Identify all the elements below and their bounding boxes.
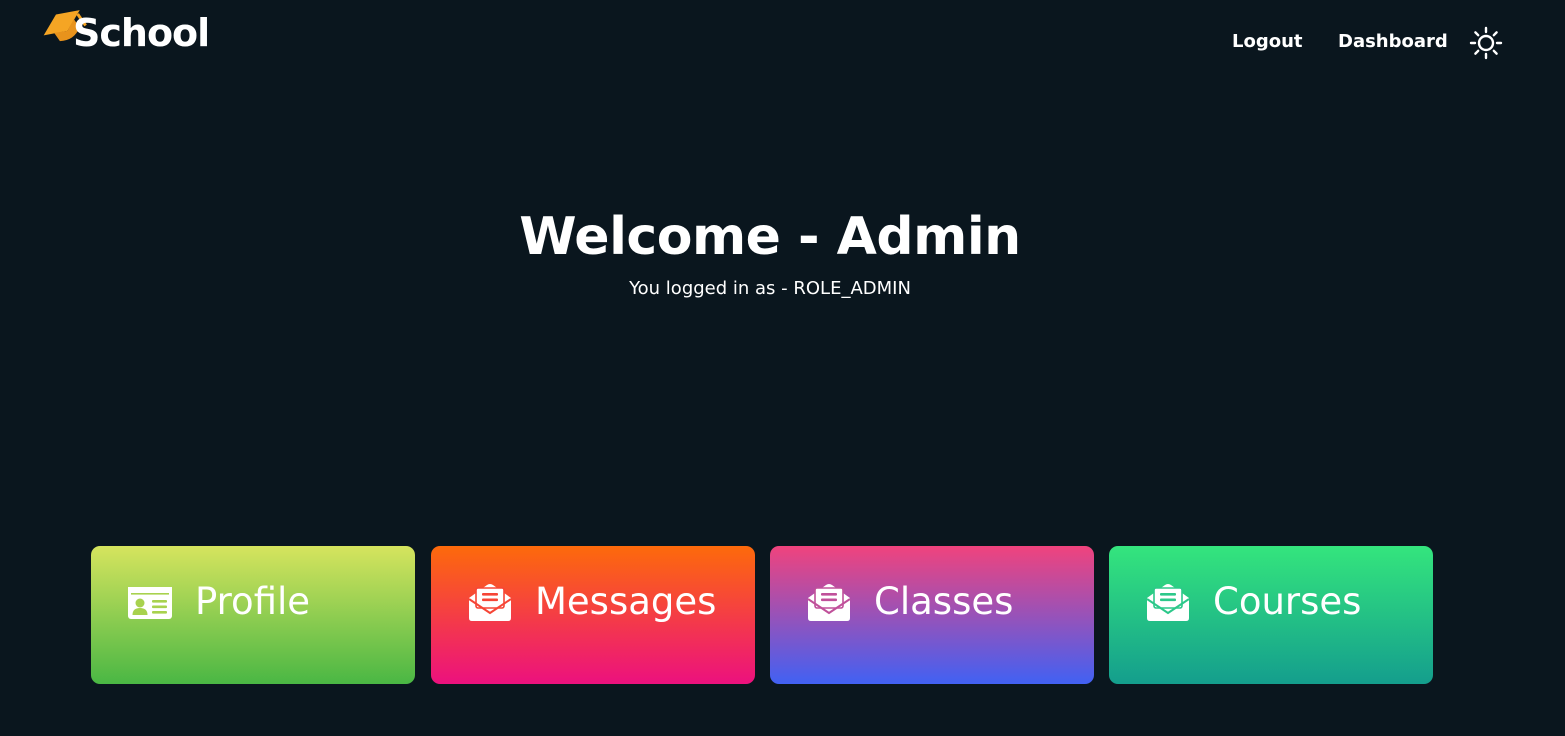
classes-card[interactable]: Classes [770,546,1094,684]
envelope-open-text-icon [468,584,512,621]
dashboard-link[interactable]: Dashboard [1338,28,1448,56]
logo[interactable]: School [40,0,240,70]
profile-card-label: Profile [195,580,311,623]
page: School Logout Dashboard Welcome - Admin … [0,0,1565,736]
messages-card-label: Messages [535,580,717,623]
courses-card-label: Courses [1213,580,1362,623]
welcome-section: Welcome - Admin You logged in as - ROLE_… [0,200,1565,304]
classes-card-label: Classes [874,580,1014,623]
role-subtitle: You logged in as - ROLE_ADMIN [629,278,911,299]
logo-text: School [73,11,210,55]
envelope-open-text-icon [1146,584,1190,621]
logout-link[interactable]: Logout [1232,28,1303,56]
courses-card[interactable]: Courses [1109,546,1433,684]
profile-card[interactable]: Profile [91,546,415,684]
messages-card[interactable]: Messages [431,546,755,684]
sun-icon[interactable] [1469,26,1503,60]
id-card-icon [128,587,172,619]
page-title: Welcome - Admin [519,207,1021,267]
envelope-open-text-icon [807,584,851,621]
